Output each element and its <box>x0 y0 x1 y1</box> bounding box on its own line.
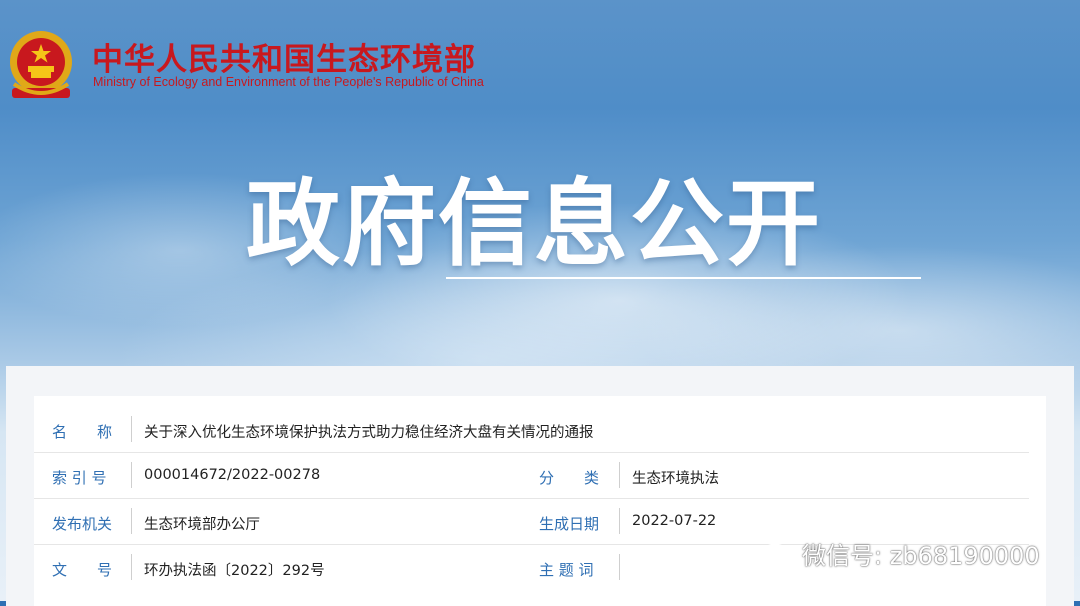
row-separator <box>619 554 620 580</box>
org-name-cn: 中华人民共和国生态环境部 <box>92 42 476 78</box>
wechat-icon <box>760 542 802 571</box>
index-label: 索 引 号 <box>52 469 107 487</box>
keywords-label: 主 题 词 <box>539 561 594 579</box>
name-value: 关于深入优化生态环境保护执法方式助力稳住经济大盘有关情况的通报 <box>144 425 594 441</box>
banner-divider <box>446 277 921 279</box>
date-label: 生成日期 <box>539 515 600 533</box>
row-separator <box>131 416 132 442</box>
org-name-en: Ministry of Ecology and Environment of t… <box>93 75 484 89</box>
info-row-name: 名 称 关于深入优化生态环境保护执法方式助力稳住经济大盘有关情况的通报 <box>34 406 1029 453</box>
row-separator <box>131 462 132 488</box>
category-value: 生态环境执法 <box>632 471 719 487</box>
doc-no-label: 文 号 <box>52 561 113 579</box>
row-separator <box>619 508 620 534</box>
banner-title: 政府信息公开 <box>246 170 823 279</box>
info-row-index: 索 引 号 000014672/2022-00278 分 类 生态环境执法 <box>34 452 1029 499</box>
watermark-text: 微信号: zb68190000 <box>802 542 1040 570</box>
row-separator <box>131 508 132 534</box>
index-value: 000014672/2022-00278 <box>144 467 321 483</box>
issuer-value: 生态环境部办公厅 <box>144 517 260 533</box>
issuer-label: 发布机关 <box>52 515 113 533</box>
row-separator <box>131 554 132 580</box>
category-label: 分 类 <box>539 469 600 487</box>
watermark: 微信号: zb68190000 <box>760 536 1040 571</box>
national-emblem-icon <box>6 28 76 104</box>
doc-no-value: 环办执法函〔2022〕292号 <box>144 563 325 579</box>
date-value: 2022-07-22 <box>632 513 717 529</box>
name-label: 名 称 <box>52 423 113 441</box>
row-separator <box>619 462 620 488</box>
